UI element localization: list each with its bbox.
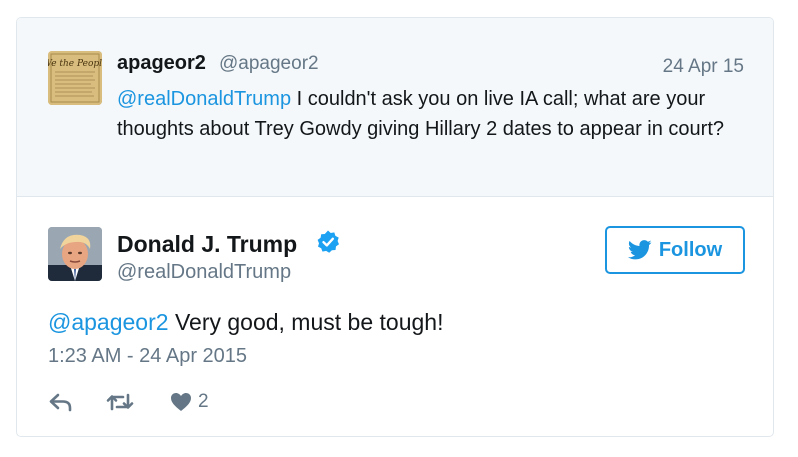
timestamp[interactable]: 1:23 AM - 24 Apr 2015 <box>48 345 247 368</box>
mention-link[interactable]: @apageor2 <box>48 309 169 335</box>
avatar[interactable] <box>48 227 102 281</box>
tweet-body-text: Very good, must be tough! <box>168 309 444 335</box>
tweet-text: @apageor2 Very good, must be tough! <box>48 309 443 336</box>
mention-link[interactable]: @realDonaldTrump <box>117 88 291 110</box>
follow-button[interactable]: Follow <box>605 226 745 274</box>
action-bar: 2 <box>48 388 209 416</box>
quoted-date[interactable]: 24 Apr 15 <box>663 56 744 78</box>
quoted-tweet-text: @realDonaldTrump I couldn't ask you on l… <box>117 84 757 144</box>
parchment-avatar-image: We the People <box>48 51 102 105</box>
twitter-bird-icon <box>627 240 652 260</box>
retweet-icon <box>106 393 134 411</box>
avatar[interactable]: We the People <box>48 51 102 105</box>
heart-icon <box>171 393 191 411</box>
tweet-card: We the People apageor2 @apageor2 24 Apr … <box>16 17 774 437</box>
like-count: 2 <box>198 391 209 412</box>
verified-badge-icon <box>317 230 339 253</box>
quoted-handle[interactable]: @apageor2 <box>219 53 319 75</box>
reply-icon <box>49 393 72 412</box>
handle[interactable]: @realDonaldTrump <box>117 261 291 284</box>
follow-label: Follow <box>658 238 723 261</box>
retweet-button[interactable] <box>106 392 134 412</box>
svg-text:We the People: We the People <box>48 59 102 69</box>
like-button[interactable]: 2 <box>170 391 209 413</box>
display-name[interactable]: Donald J. Trump <box>117 231 297 258</box>
reply-button[interactable] <box>48 392 74 412</box>
profile-photo <box>48 227 102 281</box>
quoted-tweet[interactable]: We the People apageor2 @apageor2 24 Apr … <box>17 18 773 197</box>
quoted-display-name[interactable]: apageor2 <box>117 52 206 75</box>
